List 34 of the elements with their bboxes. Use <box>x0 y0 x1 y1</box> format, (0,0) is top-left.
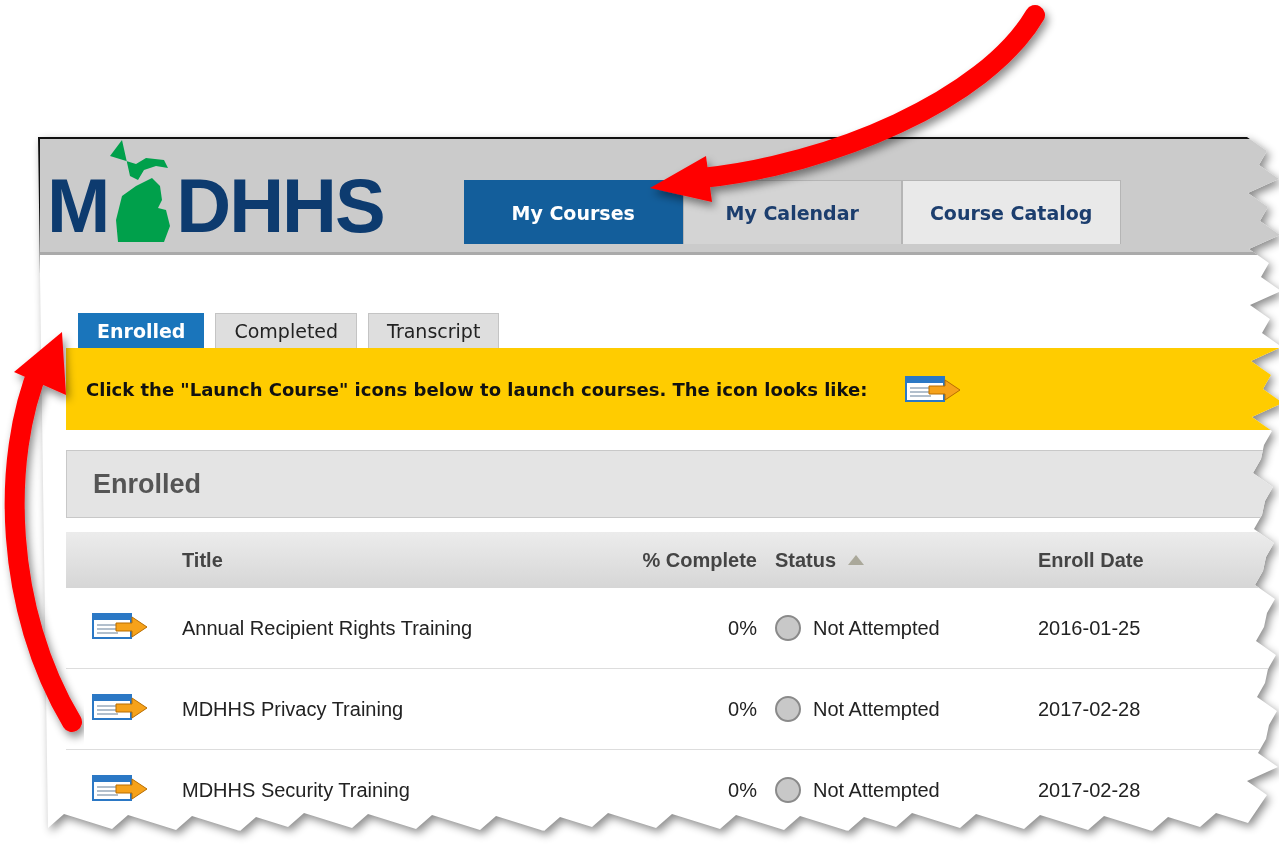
launch-course-icon[interactable] <box>92 693 148 720</box>
nav-tab[interactable]: My Courses <box>463 180 683 244</box>
percent-complete: 0% <box>728 778 757 802</box>
column-header[interactable]: Enroll Date <box>1038 548 1144 572</box>
column-header[interactable]: Status <box>775 548 837 572</box>
course-title: Annual Recipient Rights Training <box>181 616 474 640</box>
column-header[interactable]: % Complete <box>642 548 757 572</box>
enroll-date: 2017-02-28 <box>1037 697 1142 721</box>
course-title: MDHHS Security Training <box>181 778 411 802</box>
percent-complete: 0% <box>728 697 757 721</box>
column-header[interactable]: Title <box>182 548 223 572</box>
panel-title: Enrolled <box>93 468 201 500</box>
enroll-date: 2017-02-28 <box>1037 778 1142 802</box>
tab[interactable]: Transcript <box>368 313 500 348</box>
logo-text: M <box>47 168 109 244</box>
status-icon <box>775 696 801 722</box>
sort-ascending-icon <box>848 555 865 565</box>
status-icon <box>775 777 801 803</box>
launch-course-icon[interactable] <box>92 612 148 639</box>
logo-text: DHHS <box>176 168 384 244</box>
status-text: Not Attempted <box>813 778 940 802</box>
status-text: Not Attempted <box>813 697 940 721</box>
nav-tab[interactable]: Course Catalog <box>901 180 1121 244</box>
status-text: Not Attempted <box>813 616 940 640</box>
notice-text: Click the "Launch Course" icons below to launch courses. The icon looks like: <box>86 378 868 400</box>
tab[interactable]: Enrolled <box>78 313 205 348</box>
course-title: MDHHS Privacy Training <box>181 697 405 721</box>
status-icon <box>775 615 801 641</box>
launch-course-icon[interactable] <box>92 774 148 801</box>
percent-complete: 0% <box>728 616 757 640</box>
nav-tab[interactable]: My Calendar <box>682 180 902 244</box>
launch-course-icon <box>905 376 962 402</box>
enroll-date: 2016-01-25 <box>1037 616 1142 640</box>
tab[interactable]: Completed <box>215 313 358 348</box>
